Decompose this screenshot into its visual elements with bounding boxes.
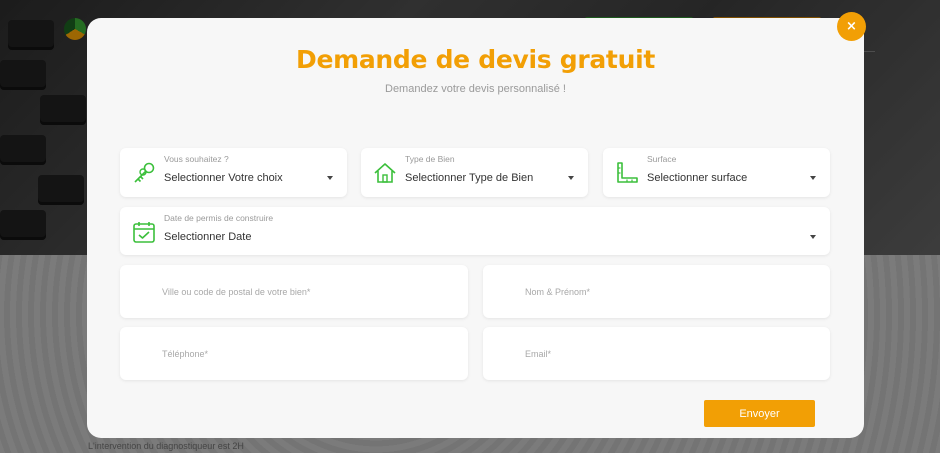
city-field-wrapper (120, 265, 468, 318)
email-field[interactable] (483, 327, 830, 380)
house-icon (374, 163, 396, 183)
property-type-select-label: Type de Bien (405, 154, 455, 164)
keys-icon (134, 162, 155, 183)
chevron-down-icon (810, 176, 816, 180)
project-select[interactable]: Vous souhaitez ? Selectionner Votre choi… (120, 148, 347, 197)
chevron-down-icon (327, 176, 333, 180)
phone-field-wrapper (120, 327, 468, 380)
surface-select-label: Surface (647, 154, 677, 164)
permit-date-select-label: Date de permis de construire (164, 213, 274, 223)
property-type-select-value: Selectionner Type de Bien (405, 172, 534, 184)
modal-subtitle: Demandez votre devis personnalisé ! (385, 83, 566, 95)
quote-request-modal: Demande de devis gratuit Demandez votre … (87, 18, 864, 438)
ruler-icon (617, 162, 638, 183)
surface-select[interactable]: Surface Selectionner surface (603, 148, 830, 197)
chevron-down-icon (810, 235, 816, 239)
modal-title: Demande de devis gratuit (296, 45, 655, 74)
submit-button[interactable]: Envoyer (704, 400, 815, 427)
city-field[interactable] (120, 265, 468, 318)
property-type-select[interactable]: Type de Bien Selectionner Type de Bien (361, 148, 588, 197)
permit-date-select[interactable]: Date de permis de construire Selectionne… (120, 207, 830, 255)
phone-field[interactable] (120, 327, 468, 380)
project-select-value: Selectionner Votre choix (164, 172, 283, 184)
surface-select-value: Selectionner surface (647, 172, 748, 184)
close-icon: × (846, 19, 857, 34)
name-field[interactable] (483, 265, 830, 318)
project-select-label: Vous souhaitez ? (164, 154, 229, 164)
name-field-wrapper (483, 265, 830, 318)
email-field-wrapper (483, 327, 830, 380)
calendar-check-icon (133, 222, 155, 243)
close-button[interactable]: × (837, 12, 866, 41)
chevron-down-icon (568, 176, 574, 180)
permit-date-select-value: Selectionner Date (164, 231, 252, 243)
